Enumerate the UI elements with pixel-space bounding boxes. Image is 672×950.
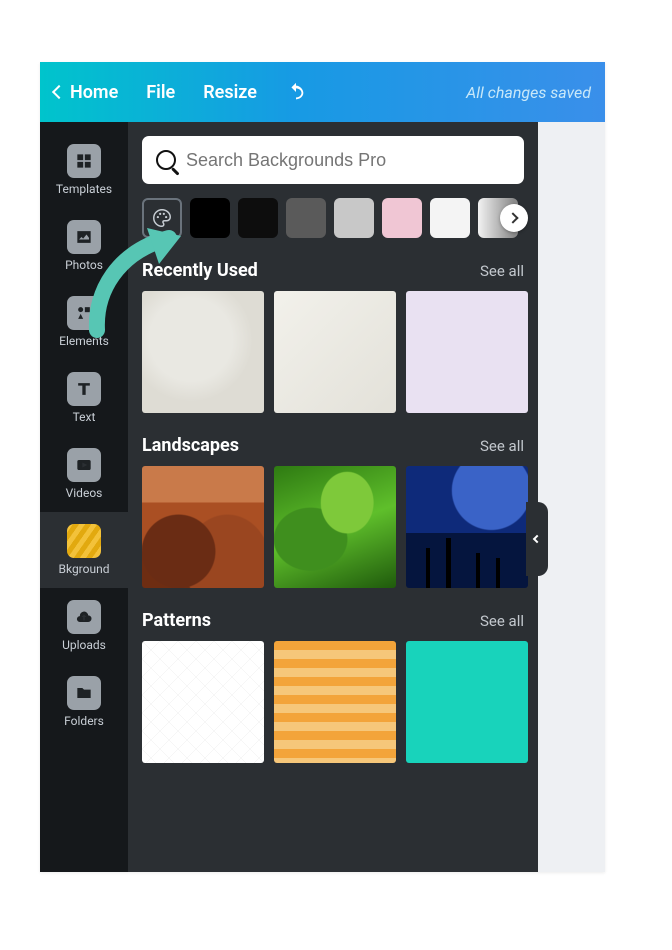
- thumb-recent-1[interactable]: [142, 291, 264, 413]
- sidebar-label: Photos: [65, 258, 103, 272]
- sidebar-label: Templates: [56, 182, 112, 196]
- chevron-left-icon: [533, 535, 541, 543]
- color-swatch-2[interactable]: [238, 198, 278, 238]
- chevron-left-icon: [52, 85, 66, 99]
- file-menu[interactable]: File: [146, 82, 175, 103]
- sidebar-item-videos[interactable]: Videos: [40, 436, 128, 512]
- see-all-patterns[interactable]: See all: [480, 612, 524, 630]
- home-label: Home: [70, 82, 118, 103]
- autosave-status: All changes saved: [466, 83, 591, 102]
- sidebar-item-text[interactable]: Text: [40, 360, 128, 436]
- color-swatch-row: [142, 198, 524, 238]
- palette-icon: [151, 207, 173, 229]
- sidebar-label: Text: [73, 410, 96, 424]
- videos-icon: [67, 448, 101, 482]
- background-icon: [67, 524, 101, 558]
- canvas-area[interactable]: [538, 122, 605, 872]
- sidebar-item-templates[interactable]: Templates: [40, 132, 128, 208]
- search-input[interactable]: [186, 150, 510, 171]
- thumb-row: [142, 466, 524, 588]
- sidebar-item-photos[interactable]: Photos: [40, 208, 128, 284]
- section-head: Recently Used See all: [142, 260, 524, 281]
- section-patterns: Patterns See all: [142, 610, 524, 763]
- text-icon: [67, 372, 101, 406]
- elements-icon: [67, 296, 101, 330]
- thumb-pattern-3[interactable]: [406, 641, 528, 763]
- swatch-scroll-right[interactable]: [500, 204, 528, 232]
- sidebar-label: Videos: [66, 486, 103, 500]
- color-swatch-3[interactable]: [286, 198, 326, 238]
- section-head: Patterns See all: [142, 610, 524, 631]
- sidebar-item-uploads[interactable]: Uploads: [40, 588, 128, 664]
- section-head: Landscapes See all: [142, 435, 524, 456]
- thumb-recent-3[interactable]: [406, 291, 528, 413]
- photos-icon: [67, 220, 101, 254]
- search-bar[interactable]: [142, 136, 524, 184]
- color-swatch-6[interactable]: [430, 198, 470, 238]
- thumb-landscape-1[interactable]: [142, 466, 264, 588]
- section-landscapes: Landscapes See all: [142, 435, 524, 588]
- color-swatch-5[interactable]: [382, 198, 422, 238]
- chevron-right-icon: [507, 212, 518, 223]
- thumb-recent-2[interactable]: [274, 291, 396, 413]
- panel-collapse-handle[interactable]: [526, 502, 548, 576]
- thumb-landscape-3[interactable]: [406, 466, 528, 588]
- undo-icon: [285, 80, 307, 104]
- topbar: Home File Resize All changes saved: [40, 62, 605, 122]
- sidebar-label: Bkground: [59, 562, 110, 576]
- sidebar-item-folders[interactable]: Folders: [40, 664, 128, 740]
- color-picker-button[interactable]: [142, 198, 182, 238]
- color-swatch-1[interactable]: [190, 198, 230, 238]
- workspace: Templates Photos Elements Text: [40, 122, 605, 872]
- templates-icon: [67, 144, 101, 178]
- color-swatch-4[interactable]: [334, 198, 374, 238]
- see-all-landscapes[interactable]: See all: [480, 437, 524, 455]
- sidebar-label: Uploads: [62, 638, 106, 652]
- search-icon: [156, 150, 176, 170]
- sidebar: Templates Photos Elements Text: [40, 122, 128, 872]
- sidebar-item-elements[interactable]: Elements: [40, 284, 128, 360]
- sidebar-label: Folders: [64, 714, 104, 728]
- section-recently-used: Recently Used See all: [142, 260, 524, 413]
- thumb-landscape-2[interactable]: [274, 466, 396, 588]
- app-window: Home File Resize All changes saved Templ…: [40, 62, 605, 872]
- thumb-pattern-2[interactable]: [274, 641, 396, 763]
- section-title: Recently Used: [142, 260, 258, 281]
- resize-menu[interactable]: Resize: [203, 82, 257, 103]
- section-title: Patterns: [142, 610, 211, 631]
- sidebar-item-background[interactable]: Bkground: [40, 512, 128, 588]
- thumb-row: [142, 291, 524, 413]
- uploads-icon: [67, 600, 101, 634]
- see-all-recent[interactable]: See all: [480, 262, 524, 280]
- background-panel: Recently Used See all Landscapes See all: [128, 122, 538, 872]
- home-button[interactable]: Home: [54, 82, 118, 103]
- thumb-row: [142, 641, 524, 763]
- folders-icon: [67, 676, 101, 710]
- thumb-pattern-1[interactable]: [142, 641, 264, 763]
- sidebar-label: Elements: [59, 334, 109, 348]
- undo-button[interactable]: [285, 81, 307, 103]
- section-title: Landscapes: [142, 435, 239, 456]
